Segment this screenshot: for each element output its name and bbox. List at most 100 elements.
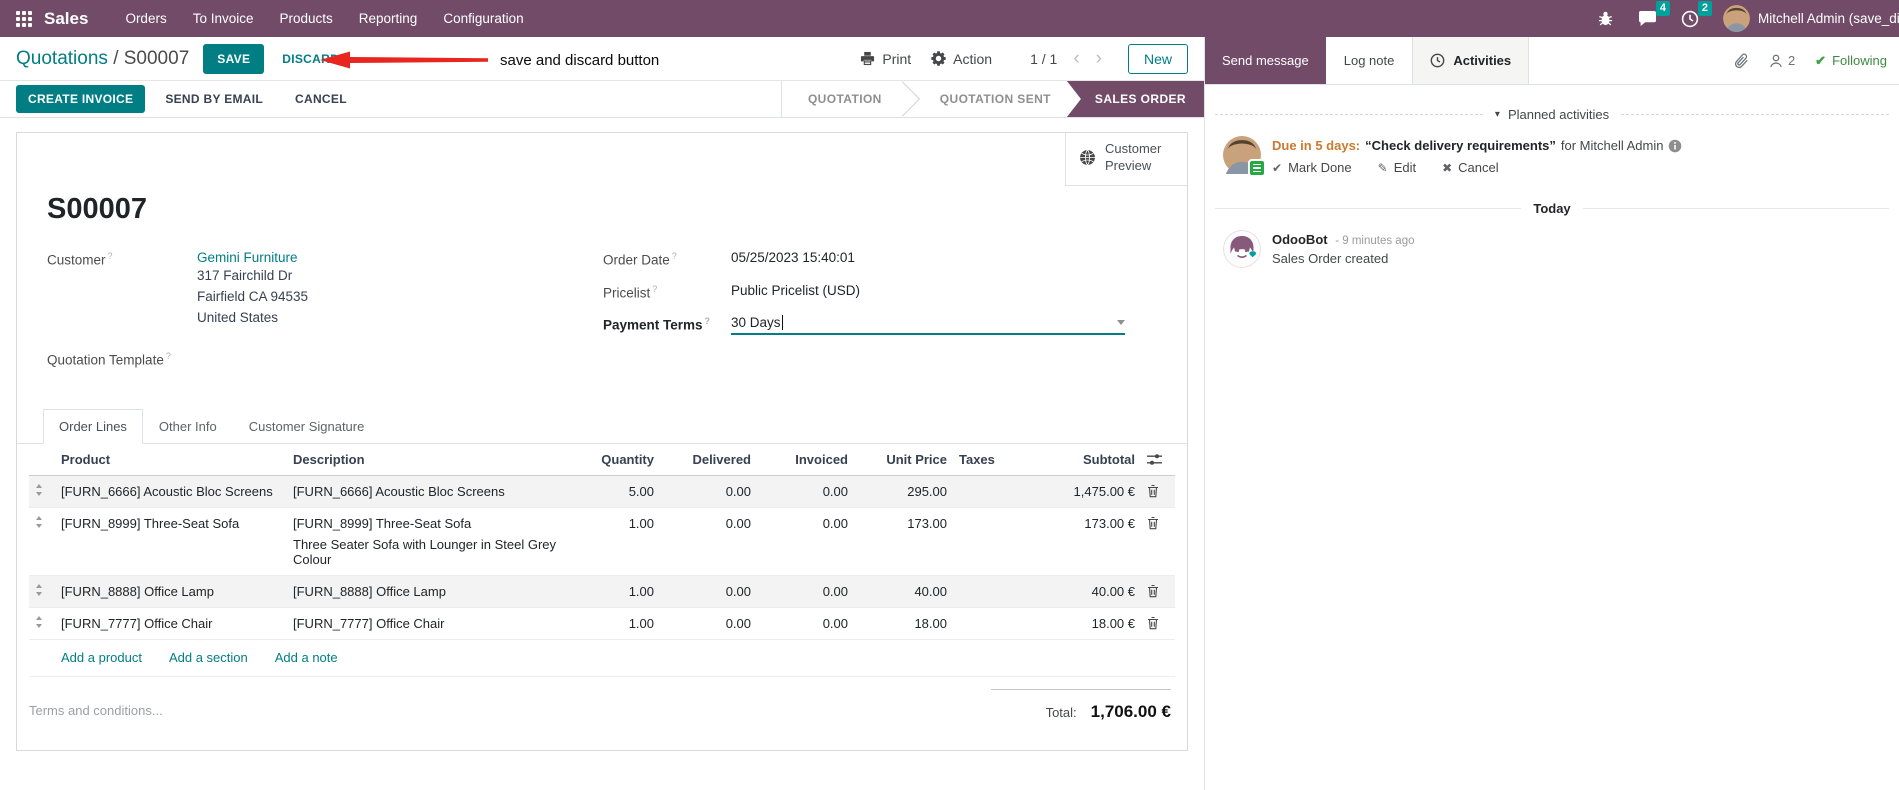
- user-menu[interactable]: Mitchell Admin (save_discar: [1723, 5, 1899, 32]
- payment-terms-input[interactable]: 30 Days: [731, 315, 1125, 335]
- cell-taxes[interactable]: [953, 575, 1023, 608]
- cell-invoiced[interactable]: 0.00: [757, 607, 854, 640]
- top-navbar: Sales Orders To Invoice Products Reporti…: [0, 0, 1899, 37]
- delete-line-button[interactable]: [1141, 575, 1175, 608]
- cell-description[interactable]: [FURN_7777] Office Chair: [287, 607, 572, 640]
- optional-columns-button[interactable]: [1141, 443, 1175, 476]
- cell-quantity[interactable]: 1.00: [572, 575, 660, 608]
- cell-description[interactable]: [FURN_8999] Three-Seat Sofa Three Seater …: [287, 507, 572, 576]
- cancel-button[interactable]: CANCEL: [283, 85, 359, 113]
- customer-preview-button[interactable]: Customer Preview: [1065, 133, 1187, 186]
- cell-unit-price[interactable]: 40.00: [854, 575, 953, 608]
- menu-reporting[interactable]: Reporting: [346, 0, 431, 37]
- pager-previous-icon[interactable]: ‹: [1073, 49, 1079, 68]
- cell-product[interactable]: [FURN_6666] Acoustic Bloc Screens: [55, 475, 287, 508]
- cell-description[interactable]: [FURN_6666] Acoustic Bloc Screens: [287, 475, 572, 508]
- menu-to-invoice[interactable]: To Invoice: [180, 0, 267, 37]
- tab-other-info[interactable]: Other Info: [143, 409, 233, 444]
- add-a-product-link[interactable]: Add a product: [61, 650, 142, 665]
- send-message-button[interactable]: Send message: [1205, 37, 1326, 84]
- cell-delivered[interactable]: 0.00: [660, 475, 757, 508]
- cell-delivered[interactable]: 0.00: [660, 507, 757, 576]
- order-date-value[interactable]: 05/25/2023 15:40:01: [731, 250, 855, 268]
- tab-customer-signature[interactable]: Customer Signature: [233, 409, 381, 444]
- drag-handle-icon[interactable]: [29, 475, 55, 508]
- order-line-row[interactable]: [FURN_7777] Office Chair [FURN_7777] Off…: [29, 607, 1175, 640]
- column-taxes[interactable]: Taxes: [953, 443, 1023, 476]
- planned-activities-toggle[interactable]: ▾ Planned activities: [1215, 107, 1889, 122]
- delete-line-button[interactable]: [1141, 507, 1175, 576]
- action-button[interactable]: Action: [931, 51, 992, 67]
- delete-line-button[interactable]: [1141, 475, 1175, 508]
- cell-description[interactable]: [FURN_8888] Office Lamp: [287, 575, 572, 608]
- cell-invoiced[interactable]: 0.00: [757, 575, 854, 608]
- activities-tab[interactable]: Activities: [1412, 37, 1530, 84]
- add-a-note-link[interactable]: Add a note: [275, 650, 338, 665]
- create-invoice-button[interactable]: CREATE INVOICE: [16, 85, 146, 113]
- save-button[interactable]: SAVE: [203, 43, 265, 74]
- activity-clock-icon[interactable]: 2: [1681, 0, 1712, 28]
- dropdown-caret-icon[interactable]: [1117, 320, 1125, 325]
- message-author[interactable]: OdooBot: [1272, 232, 1328, 247]
- terms-and-conditions-input[interactable]: Terms and conditions...: [29, 689, 991, 722]
- column-invoiced[interactable]: Invoiced: [757, 443, 854, 476]
- cell-taxes[interactable]: [953, 607, 1023, 640]
- customer-link[interactable]: Gemini Furniture: [197, 250, 308, 265]
- column-subtotal[interactable]: Subtotal: [1023, 443, 1141, 476]
- order-line-row[interactable]: [FURN_8999] Three-Seat Sofa [FURN_8999] …: [29, 507, 1175, 576]
- attachments-button[interactable]: [1734, 53, 1749, 69]
- cell-product[interactable]: [FURN_7777] Office Chair: [55, 607, 287, 640]
- pricelist-value[interactable]: Public Pricelist (USD): [731, 283, 860, 301]
- cell-product[interactable]: [FURN_8999] Three-Seat Sofa: [55, 507, 287, 576]
- apps-grid-icon[interactable]: [16, 10, 32, 27]
- menu-products[interactable]: Products: [267, 0, 346, 37]
- debug-bug-icon[interactable]: [1597, 10, 1614, 27]
- menu-orders[interactable]: Orders: [112, 0, 179, 37]
- column-quantity[interactable]: Quantity: [572, 443, 660, 476]
- statusbar-step-quotation-sent[interactable]: QUOTATION SENT: [924, 81, 1067, 117]
- column-product[interactable]: Product: [55, 443, 287, 476]
- tab-order-lines[interactable]: Order Lines: [43, 408, 143, 444]
- statusbar-step-quotation[interactable]: QUOTATION: [792, 81, 898, 117]
- cell-invoiced[interactable]: 0.00: [757, 475, 854, 508]
- edit-activity-button[interactable]: ✎ Edit: [1378, 160, 1416, 175]
- pager-next-icon[interactable]: ›: [1096, 49, 1102, 68]
- column-description[interactable]: Description: [287, 443, 572, 476]
- breadcrumb-quotations-link[interactable]: Quotations: [16, 48, 108, 69]
- cell-quantity[interactable]: 1.00: [572, 607, 660, 640]
- info-icon[interactable]: [1668, 139, 1682, 153]
- cell-invoiced[interactable]: 0.00: [757, 507, 854, 576]
- delete-line-button[interactable]: [1141, 607, 1175, 640]
- cell-unit-price[interactable]: 18.00: [854, 607, 953, 640]
- column-unit-price[interactable]: Unit Price: [854, 443, 953, 476]
- mark-done-button[interactable]: ✔ Mark Done: [1272, 160, 1352, 175]
- app-title[interactable]: Sales: [44, 9, 88, 29]
- drag-handle-icon[interactable]: [29, 507, 55, 576]
- order-line-row[interactable]: [FURN_6666] Acoustic Bloc Screens [FURN_…: [29, 475, 1175, 508]
- drag-handle-icon[interactable]: [29, 575, 55, 608]
- cell-taxes[interactable]: [953, 507, 1023, 576]
- cell-product[interactable]: [FURN_8888] Office Lamp: [55, 575, 287, 608]
- order-line-row[interactable]: [FURN_8888] Office Lamp [FURN_8888] Offi…: [29, 575, 1175, 608]
- cell-delivered[interactable]: 0.00: [660, 575, 757, 608]
- new-button[interactable]: New: [1127, 43, 1188, 74]
- send-by-email-button[interactable]: SEND BY EMAIL: [153, 85, 275, 113]
- following-button[interactable]: ✔ Following: [1815, 53, 1887, 69]
- log-note-button[interactable]: Log note: [1326, 37, 1413, 84]
- messages-icon[interactable]: 4: [1638, 1, 1670, 27]
- add-a-section-link[interactable]: Add a section: [169, 650, 248, 665]
- cell-unit-price[interactable]: 173.00: [854, 507, 953, 576]
- cancel-activity-button[interactable]: ✖ Cancel: [1442, 160, 1499, 175]
- drag-handle-icon[interactable]: [29, 607, 55, 640]
- cell-taxes[interactable]: [953, 475, 1023, 508]
- cell-unit-price[interactable]: 295.00: [854, 475, 953, 508]
- statusbar-step-sales-order[interactable]: SALES ORDER: [1066, 81, 1204, 117]
- followers-button[interactable]: 2: [1769, 53, 1795, 68]
- discard-button[interactable]: DISCARD: [282, 52, 339, 66]
- column-delivered[interactable]: Delivered: [660, 443, 757, 476]
- cell-quantity[interactable]: 5.00: [572, 475, 660, 508]
- cell-delivered[interactable]: 0.00: [660, 607, 757, 640]
- print-button[interactable]: Print: [860, 51, 911, 67]
- menu-configuration[interactable]: Configuration: [430, 0, 536, 37]
- cell-quantity[interactable]: 1.00: [572, 507, 660, 576]
